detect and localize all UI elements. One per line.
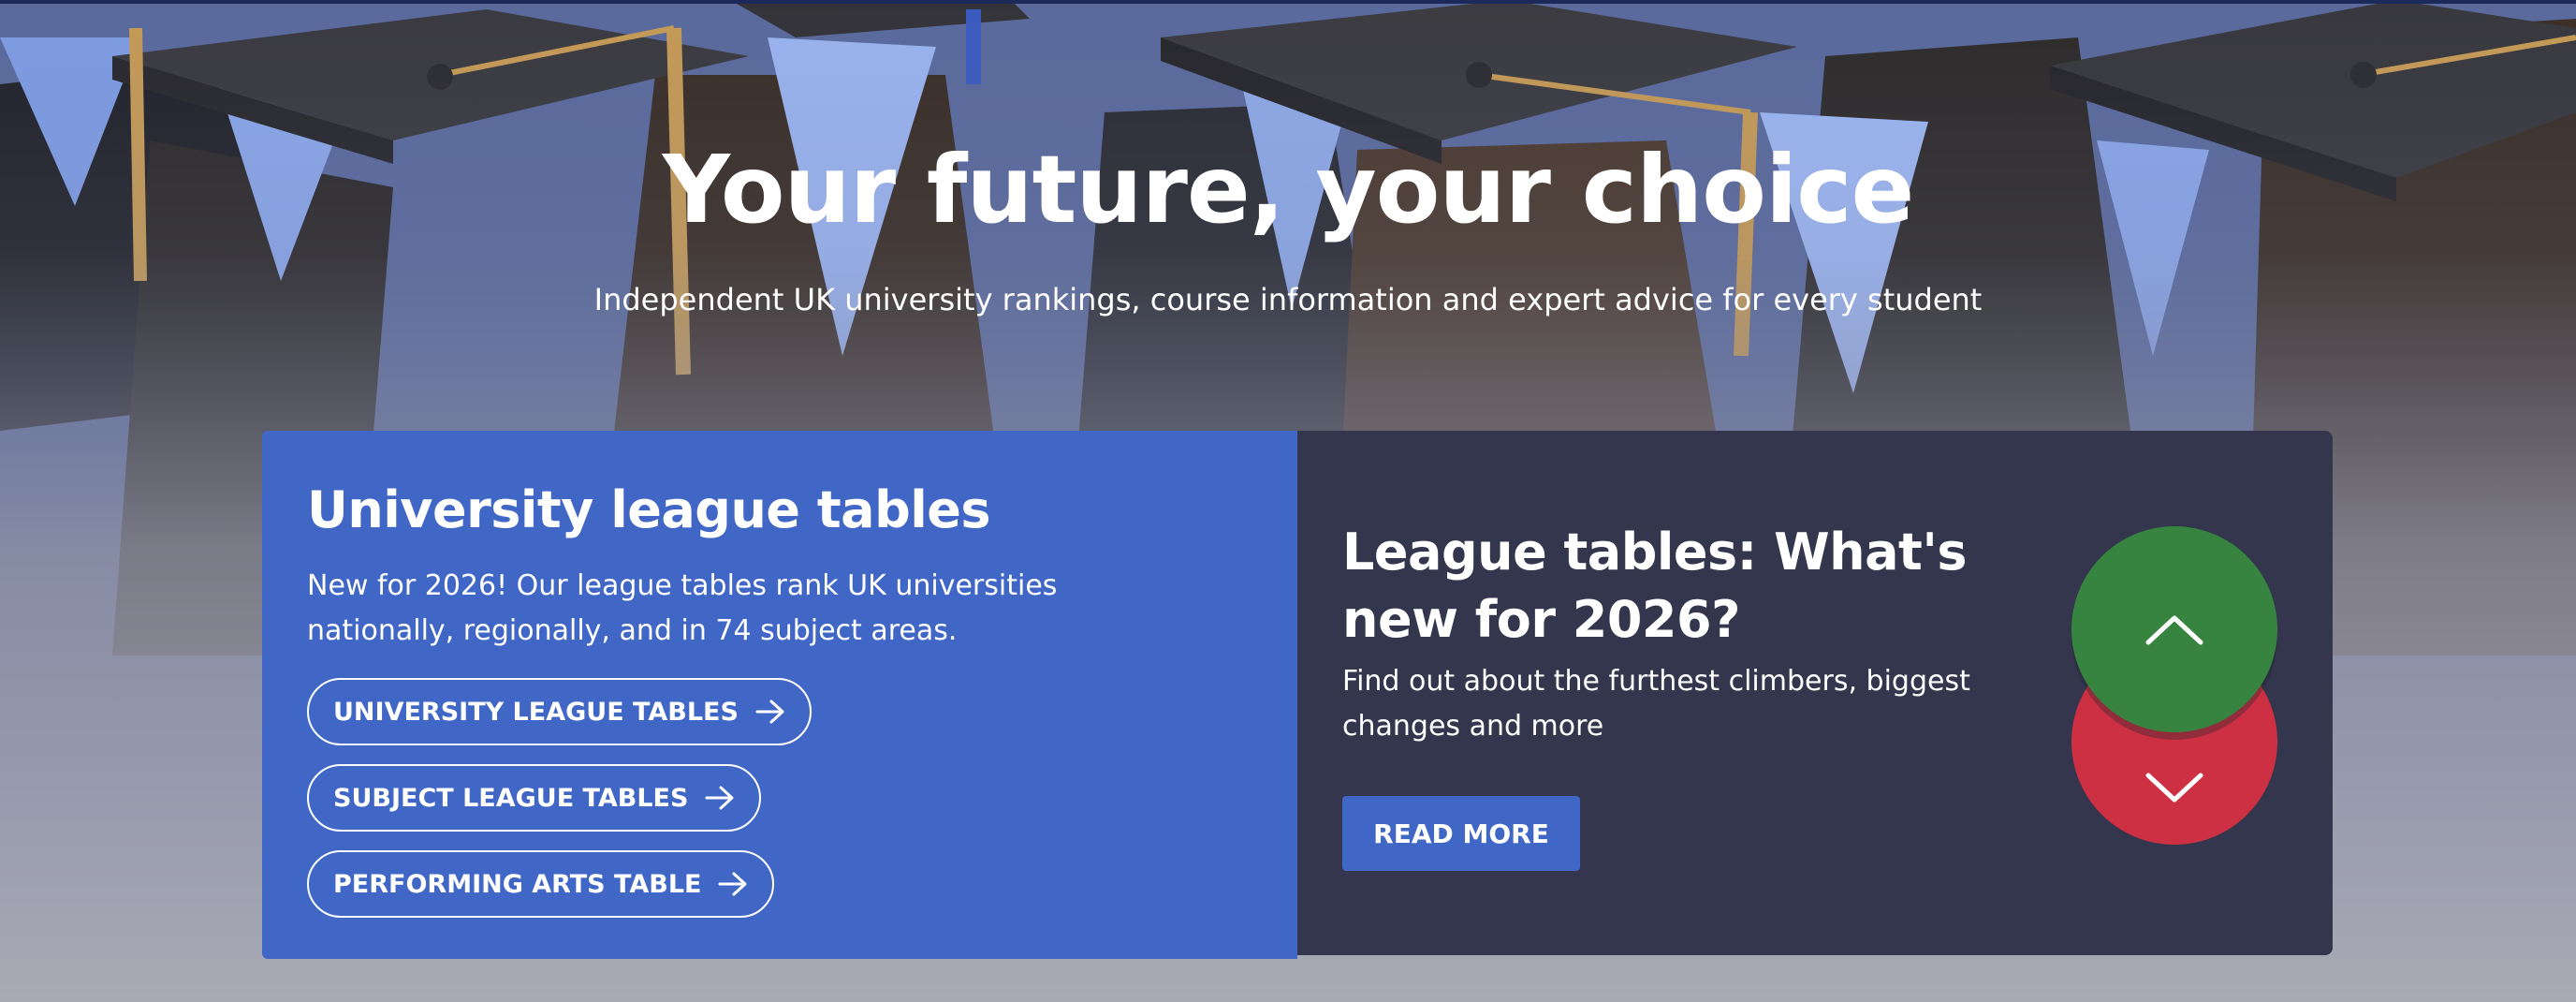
page-title: Your future, your choice [662, 135, 1915, 244]
button-label: SUBJECT LEAGUE TABLES [333, 783, 689, 813]
league-tables-panel: University league tables New for 2026! O… [262, 431, 1297, 959]
arrow-right-icon [718, 872, 747, 896]
button-label: PERFORMING ARTS TABLE [333, 869, 702, 899]
whats-new-description: Find out about the furthest climbers, bi… [1342, 665, 1970, 743]
button-label: UNIVERSITY LEAGUE TABLES [333, 697, 739, 727]
up-circle [2071, 526, 2277, 732]
hero-banner: Your future, your choice Independent UK … [0, 0, 2576, 1002]
page-subtitle: Independent UK university rankings, cour… [593, 282, 1983, 317]
top-border [0, 0, 2576, 4]
subject-league-tables-button[interactable]: SUBJECT LEAGUE TABLES [307, 764, 762, 832]
arrow-right-icon [755, 700, 784, 724]
league-tables-description: New for 2026! Our league tables rank UK … [307, 569, 1058, 647]
performing-arts-table-button[interactable]: PERFORMING ARTS TABLE [307, 850, 775, 918]
read-more-button[interactable]: READ MORE [1342, 796, 1580, 871]
university-league-tables-button[interactable]: UNIVERSITY LEAGUE TABLES [307, 678, 812, 745]
league-tables-heading: University league tables [307, 480, 991, 539]
arrow-right-icon [705, 786, 734, 810]
up-down-graphic [2071, 526, 2277, 845]
whats-new-heading: League tables: What's new for 2026? [1342, 523, 1968, 649]
league-tables-links: UNIVERSITY LEAGUE TABLES SUBJECT LEAGUE … [307, 678, 1297, 918]
up-down-circles [2071, 526, 2277, 845]
